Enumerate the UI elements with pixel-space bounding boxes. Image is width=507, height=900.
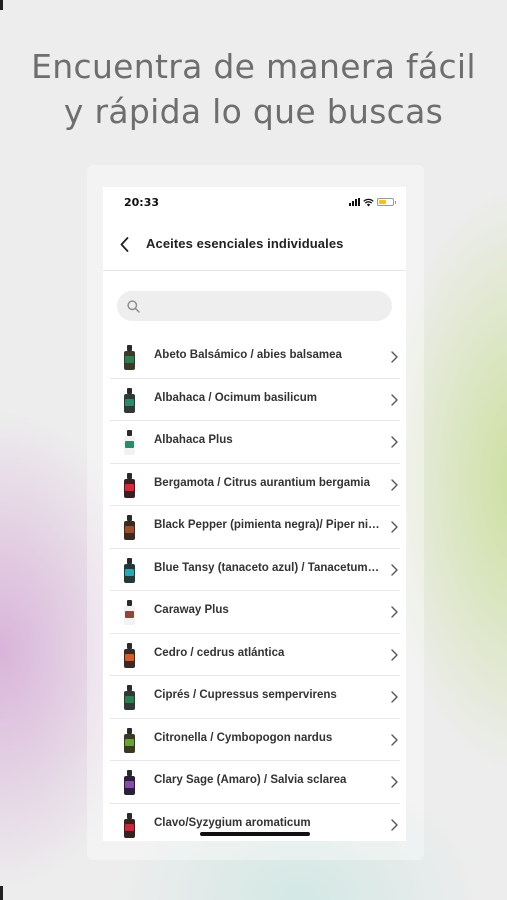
list-item[interactable]: Blue Tansy (tanaceto azul) / Tanacetum a… <box>110 549 400 591</box>
status-time: 20:33 <box>124 196 160 209</box>
list-item[interactable]: Cedro / cedrus atlántica <box>110 634 400 676</box>
oil-bottle-icon <box>124 472 135 499</box>
bottle-label <box>125 823 134 831</box>
battery-level <box>379 200 387 204</box>
list-item-label: Albahaca Plus <box>154 434 233 446</box>
headline-line-2: y rápida lo que buscas <box>63 92 444 131</box>
bottle-label <box>125 441 134 448</box>
bottle-label <box>125 653 134 661</box>
oil-bottle-icon <box>124 727 135 754</box>
chevron-right-icon <box>391 521 398 533</box>
oil-bottle-icon <box>124 600 135 626</box>
headline-line-1: Encuentra de manera fácil <box>31 47 476 86</box>
home-indicator <box>200 832 310 836</box>
search-input[interactable] <box>146 300 392 312</box>
chevron-right-icon <box>391 606 398 618</box>
bottle-label <box>125 611 134 618</box>
oil-list: Abeto Balsámico / abies balsamea Albahaca… <box>110 336 400 841</box>
bottle-label <box>125 398 134 406</box>
chevron-right-icon <box>391 436 398 448</box>
bottle-label <box>125 568 134 576</box>
phone-screen: 20:33 Aceites esenciales individuales Ab… <box>103 187 406 841</box>
chevron-right-icon <box>391 733 398 746</box>
list-item-label: Abeto Balsámico / abies balsamea <box>154 349 342 361</box>
list-item-label: Ciprés / Cupressus sempervirens <box>154 689 337 701</box>
page-title: Aceites esenciales individuales <box>146 236 344 251</box>
bottle-cap <box>127 387 132 394</box>
list-item[interactable]: Ciprés / Cupressus sempervirens <box>110 676 400 719</box>
chevron-right-icon <box>391 691 398 703</box>
edge-mark <box>0 0 3 10</box>
oil-bottle-icon <box>124 345 135 371</box>
list-item[interactable]: Clary Sage (Amaro) / Salvia sclarea <box>110 761 400 804</box>
list-item-label: Blue Tansy (tanaceto azul) / Tanacetum a… <box>154 561 382 574</box>
list-item[interactable]: Abeto Balsámico / abies balsamea <box>110 336 400 379</box>
chevron-right-icon <box>391 648 398 661</box>
oil-bottle-icon <box>124 515 135 541</box>
oil-bottle-icon <box>124 642 135 669</box>
bottle-label <box>125 738 134 746</box>
list-item[interactable]: Albahaca / Ocimum basilicum <box>110 379 400 421</box>
list-item[interactable]: Caraway Plus <box>110 591 400 634</box>
bottle-cap <box>127 727 132 734</box>
wifi-icon <box>363 198 374 206</box>
bottle-label <box>125 483 134 491</box>
back-button[interactable] <box>116 235 132 253</box>
oil-bottle-icon <box>124 685 135 711</box>
status-icons <box>349 197 396 207</box>
chevron-right-icon <box>391 818 398 831</box>
bottle-cap <box>127 812 132 819</box>
list-item-label: Caraway Plus <box>154 604 229 616</box>
edge-mark <box>0 886 3 900</box>
bottle-label <box>125 696 134 703</box>
oil-bottle-icon <box>124 557 135 584</box>
chevron-right-icon <box>391 351 398 363</box>
chevron-right-icon <box>391 393 398 406</box>
list-item[interactable]: Albahaca Plus <box>110 421 400 464</box>
list-item-label: Albahaca / Ocimum basilicum <box>154 391 317 404</box>
search-icon <box>127 299 140 313</box>
chevron-right-icon <box>391 776 398 788</box>
list-item-label: Black Pepper (pimienta negra)/ Piper nig… <box>154 519 382 531</box>
navigation-bar: Aceites esenciales individuales <box>103 225 406 271</box>
bottle-label <box>125 356 134 363</box>
list-item-label: Citronella / Cymbopogon nardus <box>154 731 333 744</box>
promo-headline: Encuentra de manera fácil y rápida lo qu… <box>0 44 507 134</box>
bottle-cap <box>127 557 132 564</box>
list-item-label: Bergamota / Citrus aurantium bergamia <box>154 476 370 489</box>
oil-bottle-icon <box>124 430 135 456</box>
chevron-left-icon <box>120 236 128 252</box>
list-item-label: Clary Sage (Amaro) / Salvia sclarea <box>154 774 347 786</box>
bottle-label <box>125 781 134 788</box>
oil-bottle-icon <box>124 812 135 839</box>
list-item[interactable]: Bergamota / Citrus aurantium bergamia <box>110 464 400 506</box>
oil-bottle-icon <box>124 387 135 414</box>
bottle-label <box>125 526 134 533</box>
chevron-right-icon <box>391 563 398 576</box>
search-bar[interactable] <box>117 291 392 321</box>
bottle-cap <box>127 642 132 649</box>
signal-icon <box>349 198 360 206</box>
battery-icon <box>377 198 396 206</box>
bottle-cap <box>127 472 132 479</box>
oil-bottle-icon <box>124 770 135 796</box>
list-item-label: Cedro / cedrus atlántica <box>154 646 285 659</box>
list-item[interactable]: Black Pepper (pimienta negra)/ Piper nig… <box>110 506 400 549</box>
status-bar: 20:33 <box>103 187 406 217</box>
list-item-label: Clavo/Syzygium aromaticum <box>154 816 311 829</box>
chevron-right-icon <box>391 478 398 491</box>
list-item[interactable]: Citronella / Cymbopogon nardus <box>110 719 400 761</box>
